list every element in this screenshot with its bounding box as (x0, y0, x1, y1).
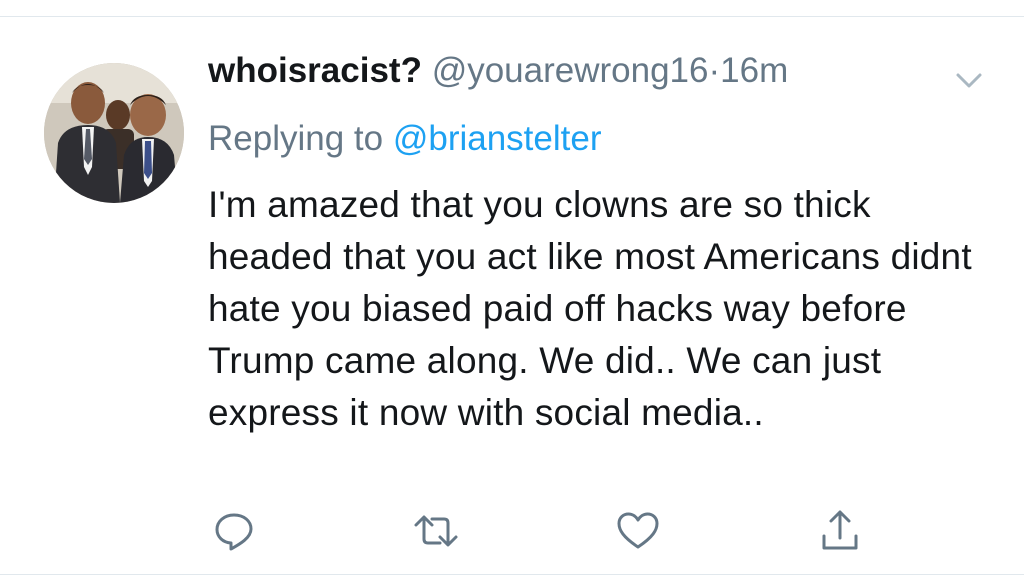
tweet-actions (0, 507, 1024, 567)
chevron-down-icon (956, 73, 982, 88)
timestamp[interactable]: 16m (720, 51, 788, 90)
reply-icon (215, 513, 253, 551)
reply-mention-link[interactable]: @brianstelter (393, 119, 602, 158)
display-name[interactable]: whoisracist? (208, 51, 422, 90)
avatar-image (44, 63, 184, 203)
bottom-divider (0, 574, 1024, 575)
more-options-button[interactable] (952, 69, 986, 93)
replying-to-line: Replying to @brianstelter (208, 117, 602, 161)
share-icon (822, 510, 858, 550)
retweet-icon (414, 515, 458, 547)
retweet-button[interactable] (412, 507, 460, 555)
share-button[interactable] (816, 507, 864, 555)
separator-dot: · (708, 51, 721, 90)
username-handle[interactable]: @youarewrong16 (432, 51, 709, 90)
reply-button[interactable] (210, 507, 258, 555)
tweet-header: whoisracist? @youarewrong16·16m (208, 49, 788, 93)
avatar[interactable] (44, 63, 184, 203)
tweet[interactable]: whoisracist? @youarewrong16·16m Replying… (0, 17, 1024, 576)
replying-prefix: Replying to (208, 119, 393, 158)
like-button[interactable] (614, 507, 662, 555)
heart-icon (617, 512, 659, 549)
tweet-text: I'm amazed that you clowns are so thick … (208, 184, 972, 433)
